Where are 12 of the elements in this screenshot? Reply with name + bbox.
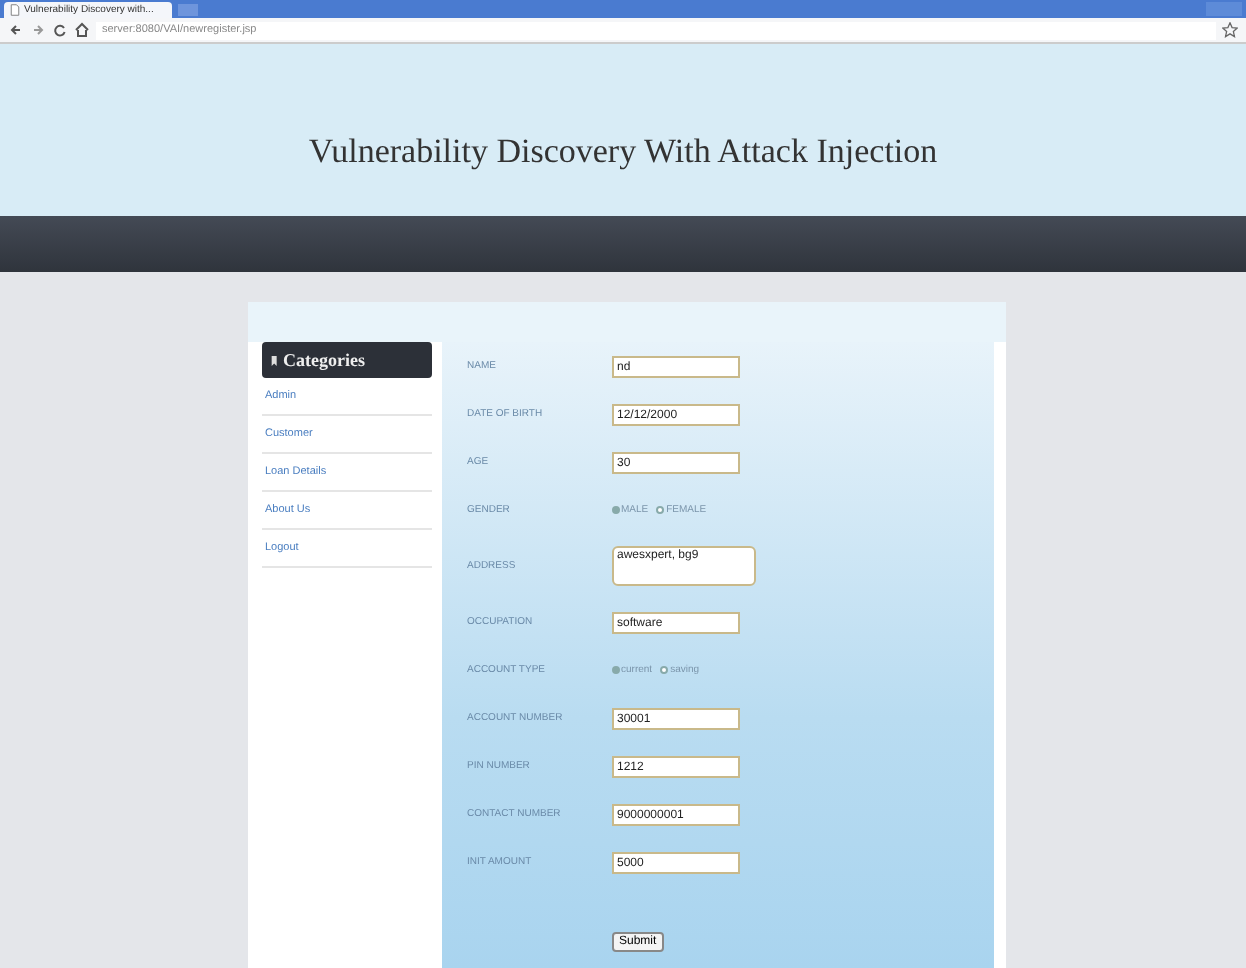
radio-icon[interactable]	[656, 506, 665, 514]
radio-icon[interactable]	[611, 666, 619, 674]
home-icon[interactable]	[74, 22, 90, 38]
site-title: Vulnerability Discovery With Attack Injection	[308, 132, 938, 172]
back-icon[interactable]	[8, 22, 24, 38]
radio-icon[interactable]	[660, 666, 669, 674]
forward-icon[interactable]	[30, 22, 46, 38]
categories-title: Categories	[283, 350, 365, 370]
tag-icon	[269, 353, 279, 367]
reload-icon[interactable]	[52, 22, 68, 38]
star-icon[interactable]	[1222, 22, 1238, 38]
radio-icon[interactable]	[611, 506, 619, 514]
